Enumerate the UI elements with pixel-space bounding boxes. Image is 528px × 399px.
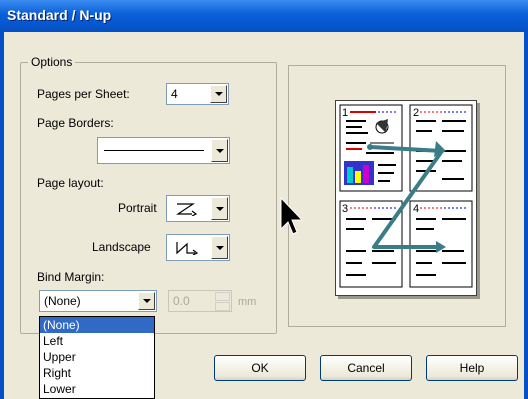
list-item[interactable]: Right (40, 365, 154, 381)
list-item[interactable]: Left (40, 333, 154, 349)
margin-amount-spinner[interactable]: 0.0 (168, 290, 232, 312)
spin-up-icon[interactable] (215, 292, 230, 301)
margin-unit-label: mm (238, 296, 257, 308)
portrait-layout-combo[interactable] (166, 195, 230, 222)
chevron-down-icon[interactable] (138, 292, 155, 310)
list-item[interactable]: (None) (40, 317, 154, 333)
preview-sheet: 1 2 3 4 (335, 100, 477, 296)
cancel-button[interactable]: Cancel (320, 355, 412, 381)
chevron-down-icon[interactable] (211, 236, 228, 259)
margin-amount-value: 0.0 (173, 294, 190, 308)
n-order-icon (176, 242, 199, 255)
window-title: Standard / N-up (7, 7, 112, 23)
ok-button[interactable]: OK (214, 355, 306, 381)
options-group-label: Options (28, 55, 76, 69)
page-layout-label: Page layout: (37, 176, 104, 190)
list-item[interactable]: Lower (40, 381, 154, 397)
solid-line-icon (104, 150, 204, 151)
page-borders-combo[interactable] (97, 137, 230, 164)
pages-per-sheet-value: 4 (171, 87, 178, 101)
mouse-cursor-icon (280, 197, 304, 235)
preview-page-number: 4 (413, 203, 420, 215)
chevron-down-icon[interactable] (211, 139, 228, 162)
landscape-label: Landscape (92, 240, 151, 254)
spin-down-icon[interactable] (215, 302, 230, 311)
pages-per-sheet-label: Pages per Sheet: (37, 87, 130, 101)
window-frame-right (524, 32, 528, 399)
preview-page-number: 2 (413, 107, 420, 119)
bind-margin-label: Bind Margin: (37, 270, 105, 284)
z-order-icon (176, 203, 198, 216)
preview-page-number: 1 (342, 107, 349, 119)
bind-margin-dropdown-list[interactable]: (None) Left Upper Right Lower (39, 316, 155, 399)
title-bar: Standard / N-up (0, 0, 528, 32)
page-borders-label: Page Borders: (37, 116, 114, 130)
preview-page-number: 3 (342, 203, 349, 215)
portrait-label: Portrait (118, 201, 157, 215)
help-button[interactable]: Help (426, 355, 518, 381)
landscape-layout-combo[interactable] (166, 234, 230, 261)
bind-margin-combo[interactable]: (None) (39, 290, 157, 312)
pages-per-sheet-combo[interactable]: 4 (166, 83, 229, 105)
chevron-down-icon[interactable] (210, 85, 227, 103)
bind-margin-value: (None) (44, 294, 81, 308)
list-item[interactable]: Upper (40, 349, 154, 365)
n-up-preview-image (339, 104, 473, 288)
window-frame-left (0, 32, 4, 399)
chevron-down-icon[interactable] (211, 197, 228, 220)
